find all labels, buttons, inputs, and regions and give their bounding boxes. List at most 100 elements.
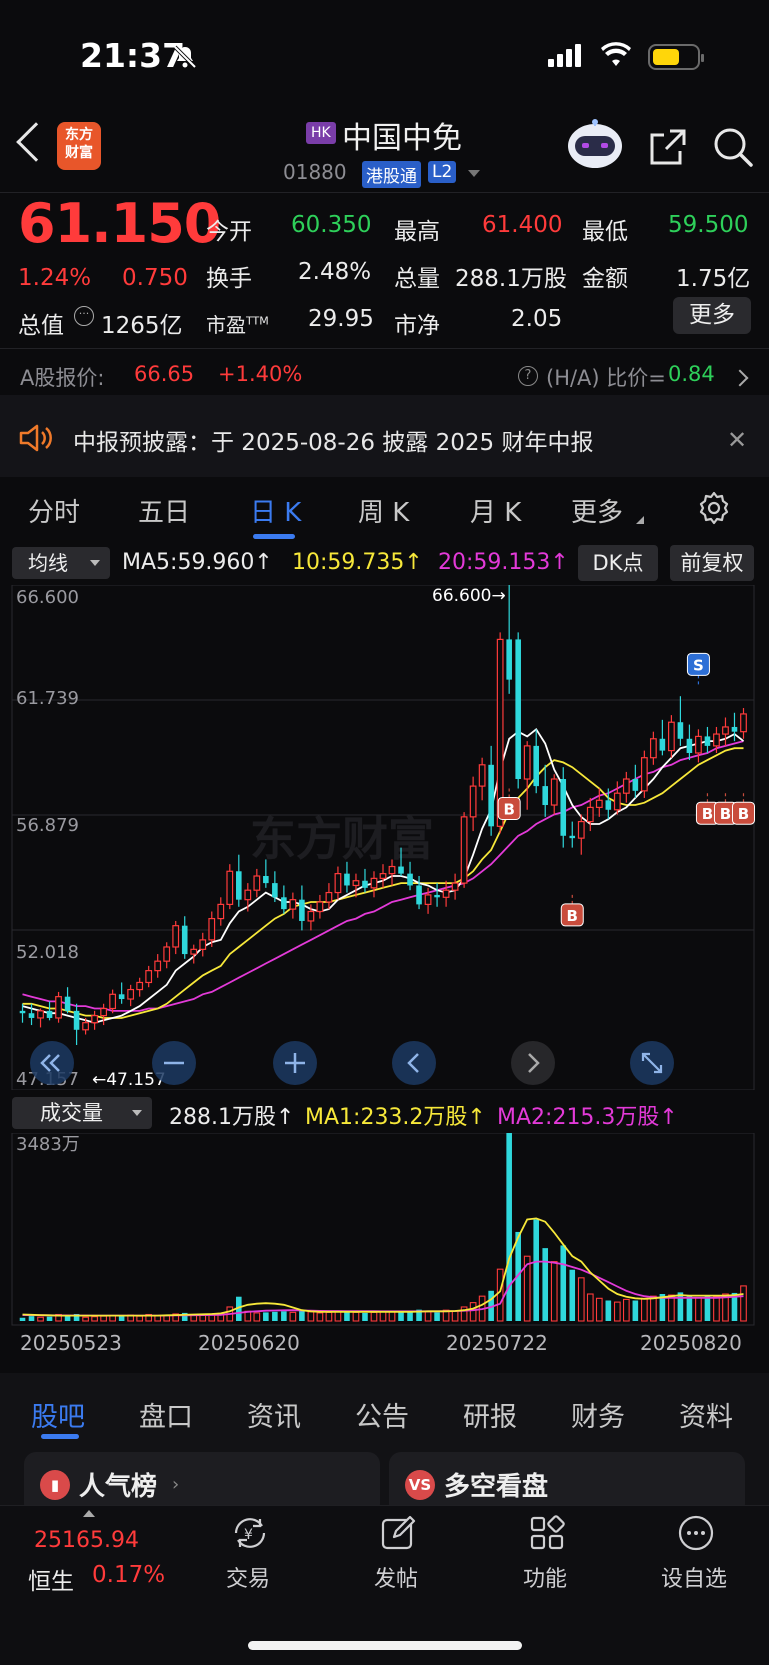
back-icon[interactable]	[16, 122, 56, 162]
candle-up	[253, 875, 261, 891]
buy-signal-label: B	[720, 805, 731, 823]
candle-up	[649, 738, 657, 759]
tab-weekly-k[interactable]: 周 K	[358, 492, 409, 529]
share-icon[interactable]	[648, 127, 688, 167]
candle-up	[713, 733, 720, 747]
tab-research[interactable]: 研报	[463, 1395, 517, 1434]
candle-up	[136, 981, 144, 991]
tab-intraday[interactable]: 分时	[28, 492, 80, 529]
volume-bar-up	[695, 1297, 702, 1322]
more-button[interactable]: 更多	[673, 297, 751, 334]
settings-gear-icon[interactable]	[697, 491, 731, 525]
candle-up	[334, 873, 342, 894]
volume-bar-up	[379, 1311, 387, 1322]
tab-profile[interactable]: 资料	[679, 1395, 733, 1434]
trade-icon[interactable]: ¥	[230, 1513, 270, 1553]
app-logo[interactable]: 东方 财富	[57, 122, 101, 170]
candle-up	[640, 757, 648, 792]
change-pct: 1.24%	[18, 265, 92, 291]
buy-signal-label: B	[702, 805, 713, 823]
tab-monthly-k[interactable]: 月 K	[470, 492, 521, 529]
scroll-left-fast-button[interactable]	[30, 1041, 74, 1085]
tab-financials[interactable]: 财务	[571, 1395, 625, 1434]
stock-switch-chevron-icon[interactable]	[468, 170, 480, 177]
candle-up	[82, 1022, 89, 1031]
tab-trade[interactable]: 交易	[226, 1561, 270, 1593]
tab-post[interactable]: 发帖	[374, 1561, 418, 1593]
tab-more[interactable]: 更多	[571, 492, 623, 529]
candle-up	[190, 948, 198, 955]
zoom-out-button[interactable]	[152, 1041, 196, 1085]
candle-down	[731, 726, 738, 732]
tab-daily-k[interactable]: 日 K	[250, 492, 301, 529]
tab-news[interactable]: 资讯	[247, 1395, 301, 1434]
mktcap-label: 总值	[18, 313, 64, 339]
volume-bar-up	[641, 1297, 648, 1322]
tab-watchlist-settings[interactable]: 设自选	[661, 1561, 727, 1593]
candle-up	[586, 806, 594, 823]
candle-up	[722, 726, 729, 735]
volume-bar-up	[469, 1302, 477, 1322]
candle-up	[622, 778, 630, 794]
buy-signal-label: B	[738, 805, 749, 823]
ma5-readout: MA5:59.960↑	[122, 550, 273, 575]
index-expand-icon[interactable]	[83, 1510, 95, 1517]
pb-value: 2.05	[511, 306, 563, 332]
mktcap-value: 1265亿	[101, 313, 183, 339]
candle-down	[407, 873, 413, 886]
post-edit-icon[interactable]	[378, 1513, 418, 1553]
index-name[interactable]: 恒生	[28, 1562, 74, 1596]
dk-points-button[interactable]: DK点	[578, 545, 658, 581]
index-value[interactable]: 25165.94	[34, 1528, 139, 1553]
candle-up	[316, 901, 324, 913]
volume-bar-up	[388, 1310, 396, 1322]
volume-bar-up	[613, 1301, 621, 1322]
candle-up	[37, 1010, 44, 1019]
candle-down	[506, 639, 512, 680]
volume-bar-down	[677, 1292, 684, 1321]
bull-bear-title: 多空看盘	[444, 1472, 549, 1502]
zoom-in-button[interactable]	[273, 1041, 317, 1085]
more-dots-icon[interactable]	[676, 1513, 716, 1553]
fullscreen-button[interactable]	[630, 1041, 674, 1085]
volume-bar-up	[622, 1298, 630, 1322]
volume-bar-up	[451, 1310, 459, 1322]
close-icon[interactable]: ✕	[727, 426, 747, 454]
volume-value: 288.1万股	[455, 266, 567, 292]
help-icon[interactable]: ?	[518, 366, 538, 386]
price-axis-l2: 61.739	[16, 688, 79, 709]
ai-assistant-robot-icon[interactable]	[565, 116, 625, 172]
chevron-right-icon[interactable]	[731, 369, 749, 387]
candle-down	[263, 876, 269, 884]
candle-up	[145, 970, 153, 984]
open-value: 60.350	[291, 212, 372, 238]
volume-bar-down	[28, 1316, 35, 1321]
tab-features[interactable]: 功能	[523, 1561, 567, 1593]
more-corner-icon	[636, 516, 644, 524]
tab-orderbook[interactable]: 盘口	[139, 1395, 193, 1434]
scroll-left-button[interactable]	[392, 1041, 436, 1085]
status-time: 21:37	[80, 36, 186, 75]
candle-up	[613, 792, 621, 811]
scroll-right-button[interactable]	[511, 1041, 555, 1085]
search-icon[interactable]	[712, 126, 754, 168]
more-dots-icon[interactable]: ···	[74, 306, 94, 326]
volume-bar-up	[289, 1311, 297, 1322]
candle-down	[344, 873, 350, 886]
kline-chart[interactable]: 东方财富 BBSB B B 66.600 61.739 56.879 52.018 …	[0, 585, 769, 1090]
features-grid-icon[interactable]	[527, 1513, 567, 1553]
ha-ratio-label: (H/A) 比价=	[546, 366, 666, 390]
tab-guba[interactable]: 股吧	[31, 1395, 85, 1434]
forward-adjust-button[interactable]: 前复权	[670, 545, 754, 581]
chevron-right-icon: ›	[172, 1474, 180, 1495]
tab-announcements[interactable]: 公告	[355, 1395, 409, 1434]
indicator-select[interactable]: 均线	[12, 547, 110, 579]
index-pct[interactable]: 0.17%	[92, 1562, 165, 1588]
tab-5day[interactable]: 五日	[138, 492, 190, 529]
volume-bar-down	[506, 1133, 512, 1321]
candle-up	[217, 903, 225, 920]
candle-down	[272, 883, 278, 898]
volume-chart[interactable]: 3483万	[0, 1133, 769, 1327]
volume-axis-top: 3483万	[16, 1134, 80, 1155]
volume-indicator-select[interactable]: 成交量	[12, 1097, 152, 1129]
